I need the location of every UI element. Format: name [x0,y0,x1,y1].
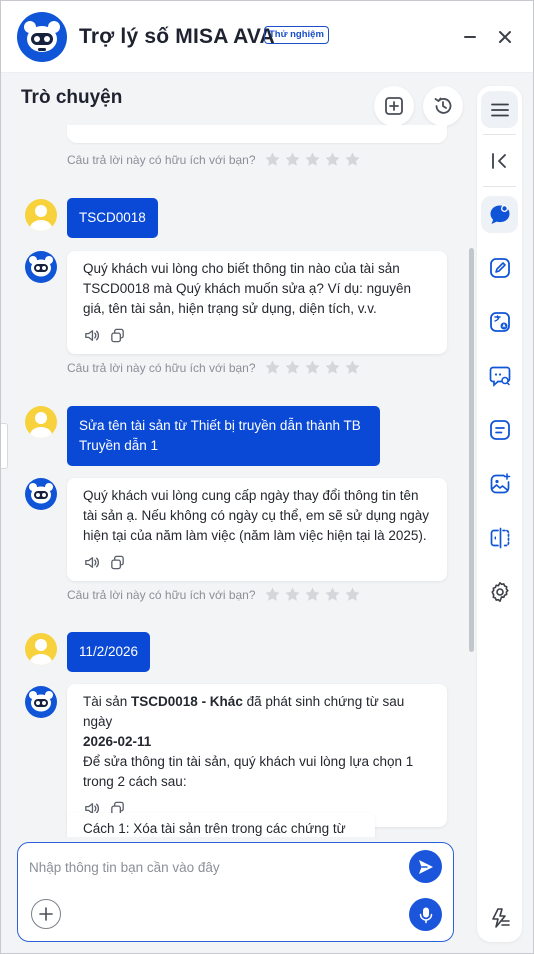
message-input[interactable] [29,857,389,877]
new-chat-button[interactable] [374,86,414,126]
beta-badge: Thử nghiệm [264,26,329,44]
bot-message: Quý khách vui lòng cung cấp ngày thay đổ… [67,478,447,581]
rating-row: Câu trả lời này có hữu ích với bạn? [67,151,364,168]
option-card[interactable]: Cách 1: Xóa tài sản trên trong các chứng… [67,813,375,837]
chat-icon [490,204,509,224]
user-message: 11/2/2026 [67,632,151,672]
translate-tool-button[interactable] [481,303,518,340]
settings-icon [490,581,509,602]
user-message: TSCD0018 [67,198,158,238]
user-avatar [25,406,57,438]
option-text: Cách 1: Xóa tài sản trên trong các chứng… [83,821,346,836]
edit-tool-button[interactable] [481,249,518,286]
side-handle[interactable] [1,423,8,469]
message-actions [83,327,431,344]
message-actions [83,554,431,571]
menu-button[interactable] [481,91,518,128]
collapse-icon [491,152,506,169]
chat-search-tool-button[interactable] [481,357,518,394]
image-add-icon [490,472,510,493]
rating-row: Câu trả lời này có hữu ích với bạn? [67,586,364,603]
star-icon[interactable] [264,586,281,603]
chat-search-icon [489,366,510,387]
user-avatar [25,199,57,231]
bot-message-line2: Để sửa thông tin tài sản, quý khách vui … [83,754,414,789]
bot-avatar [25,686,57,718]
compare-tool-button[interactable] [481,519,518,556]
chat-title: Trò chuyện [21,87,123,108]
star-icon[interactable] [344,151,361,168]
quick-prompt-icon [491,907,510,928]
star-icon[interactable] [344,586,361,603]
rail-divider [483,134,516,135]
bot-message-text: Quý khách vui lòng cung cấp ngày thay đổ… [83,488,430,543]
plus-icon [39,907,53,921]
voucher-date: 2026-02-11 [83,734,152,749]
bot-avatar [25,251,57,283]
collapse-button[interactable] [481,142,518,179]
compare-icon [490,527,509,548]
app-title: Trợ lý số MISA AVA [79,25,275,48]
message-list[interactable]: Câu trả lời này có hữu ích với bạn? TSCD… [1,125,471,837]
bot-message-text: Quý khách vui lòng cho biết thông tin nà… [83,261,411,316]
star-icon[interactable] [324,359,341,376]
star-icon[interactable] [284,151,301,168]
asset-code: TSCD0018 - Khác [131,694,243,709]
attach-button[interactable] [31,899,61,929]
star-icon[interactable] [304,586,321,603]
bot-avatar [25,478,57,510]
star-icon[interactable] [304,359,321,376]
rating-prompt: Câu trả lời này có hữu ích với bạn? [67,152,256,167]
bot-message-text: Tài sản TSCD0018 - Khác đã phát sinh chứ… [83,694,405,729]
quick-prompt-button[interactable] [481,899,518,936]
image-tool-button[interactable] [481,465,518,502]
translate-icon [489,311,510,332]
ava-robot-logo [17,12,67,62]
star-icon[interactable] [264,151,281,168]
mic-icon [419,907,432,923]
bot-message: Quý khách vui lòng cho biết thông tin nà… [67,251,447,354]
rating-row: Câu trả lời này có hữu ích với bạn? [67,359,364,376]
star-icon[interactable] [264,359,281,376]
note-icon [489,419,510,440]
minimize-icon[interactable] [459,26,481,48]
user-message: Sửa tên tài sản từ Thiết bị truyền dẫn t… [67,406,380,466]
star-icon[interactable] [284,359,301,376]
star-icon[interactable] [304,151,321,168]
previous-bot-card [67,125,447,143]
mic-button[interactable] [409,898,442,931]
copy-icon[interactable] [109,554,126,571]
star-icon[interactable] [324,151,341,168]
composer [17,842,454,942]
menu-icon [490,103,509,116]
star-icon[interactable] [324,586,341,603]
history-icon [434,97,452,114]
user-avatar [25,633,57,665]
rating-prompt: Câu trả lời này có hữu ích với bạn? [67,360,256,375]
tool-rail [477,86,522,942]
new-chat-icon [385,97,403,115]
copy-icon[interactable] [109,327,126,344]
app-header: Trợ lý số MISA AVA Thử nghiệm [1,1,533,73]
rating-prompt: Câu trả lời này có hữu ích với bạn? [67,587,256,602]
scrollbar[interactable] [469,248,474,652]
star-icon[interactable] [284,586,301,603]
edit-icon [489,257,510,278]
send-button[interactable] [409,850,442,883]
send-icon [418,859,433,874]
rail-divider [483,186,516,187]
close-icon[interactable] [494,26,516,48]
settings-button[interactable] [481,573,518,610]
speaker-icon[interactable] [83,327,100,344]
history-button[interactable] [423,86,463,126]
star-icon[interactable] [344,359,361,376]
note-tool-button[interactable] [481,411,518,448]
ava-window: Trợ lý số MISA AVA Thử nghiệm Trò chuyện… [0,0,534,954]
speaker-icon[interactable] [83,554,100,571]
chat-tool-button[interactable] [481,196,518,233]
bot-message: Tài sản TSCD0018 - Khác đã phát sinh chứ… [67,684,447,827]
